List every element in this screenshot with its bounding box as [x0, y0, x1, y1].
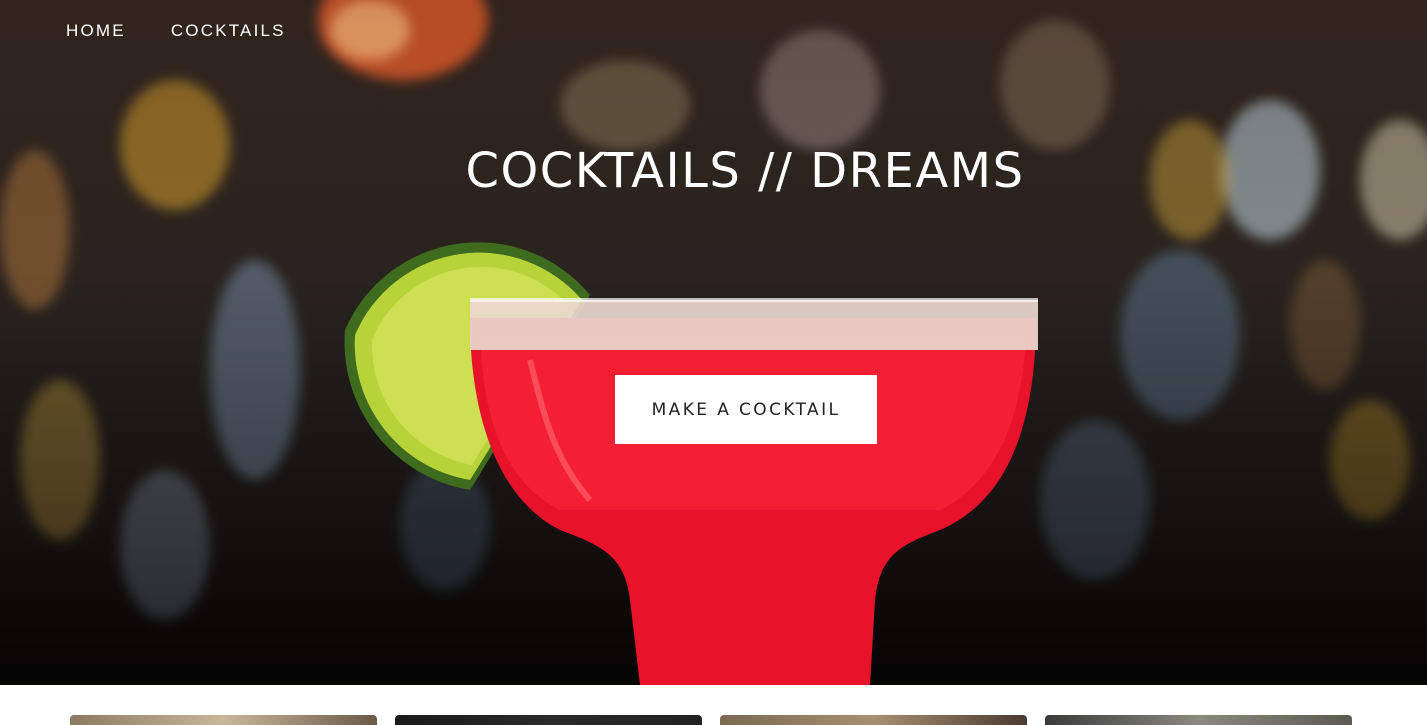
salt-rim [470, 300, 1038, 350]
nav-link-home[interactable]: HOME [66, 21, 126, 41]
hero-section: HOME COCKTAILS COCKTAILS // DREAMS MAKE … [0, 0, 1427, 685]
cocktail-card-list [70, 715, 1352, 725]
cocktail-image [344, 242, 1038, 685]
cocktail-card[interactable] [720, 715, 1027, 725]
nav-link-cocktails[interactable]: COCKTAILS [171, 21, 286, 41]
cocktail-card[interactable] [1045, 715, 1352, 725]
cocktail-card[interactable] [70, 715, 377, 725]
make-cocktail-button[interactable]: MAKE A COCKTAIL [615, 375, 877, 444]
glass-bowl [470, 318, 1036, 685]
cocktail-card[interactable] [395, 715, 702, 725]
page-title: COCKTAILS // DREAMS [465, 143, 1025, 199]
main-nav: HOME COCKTAILS [66, 21, 286, 41]
